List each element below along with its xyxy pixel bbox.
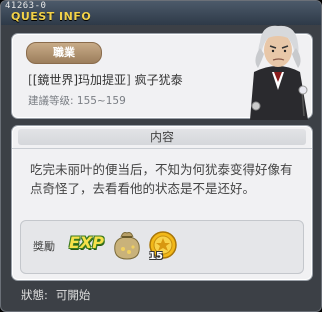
coin-count: 15 <box>149 251 163 262</box>
reward-label: 獎勵 <box>33 240 55 253</box>
reward-box: 獎勵 EXP 15 <box>20 220 304 274</box>
npc-title: [[鏡世界]玛加提亚] 疯子犹泰 <box>28 71 183 88</box>
content-header: 内容 <box>12 126 312 149</box>
npc-title-close-bracket: ] <box>126 73 131 87</box>
level-range: 155~159 <box>76 95 126 107</box>
level-requirement: 建議等级: 155~159 <box>28 93 126 108</box>
window-title: QUEST INFO <box>11 10 92 23</box>
status-label: 狀態: <box>21 288 48 302</box>
exp-icon[interactable]: EXP <box>69 233 104 252</box>
job-badge: 職業 <box>26 42 102 64</box>
quest-description: 吃完未丽叶的便当后，不知为何犹泰变得好像有点奇怪了，去看看他的状态是不是还好。 <box>30 162 293 196</box>
meso-bag-icon[interactable] <box>109 227 145 263</box>
level-label: 建議等级: <box>28 95 74 107</box>
content-header-label: 内容 <box>149 130 174 144</box>
status-value: 可開始 <box>55 288 91 302</box>
quest-info-panel: 職業 [[鏡世界]玛加提亚] 疯子犹泰 建議等级: 155~159 <box>11 25 313 120</box>
npc-title-map: [鏡世界]玛加提亚 <box>32 73 127 87</box>
npc-name: 疯子犹泰 <box>134 73 183 87</box>
quest-content-panel: 内容 吃完未丽叶的便当后，不知为何犹泰变得好像有点奇怪了，去看看他的状态是不是还… <box>11 125 313 281</box>
quest-status: 狀態: 可開始 <box>21 287 90 303</box>
npc-portrait <box>250 25 308 120</box>
quest-info-window: 41263-0 QUEST INFO 職業 [[鏡世界]玛加提亚] 疯子犹泰 建… <box>0 0 322 312</box>
